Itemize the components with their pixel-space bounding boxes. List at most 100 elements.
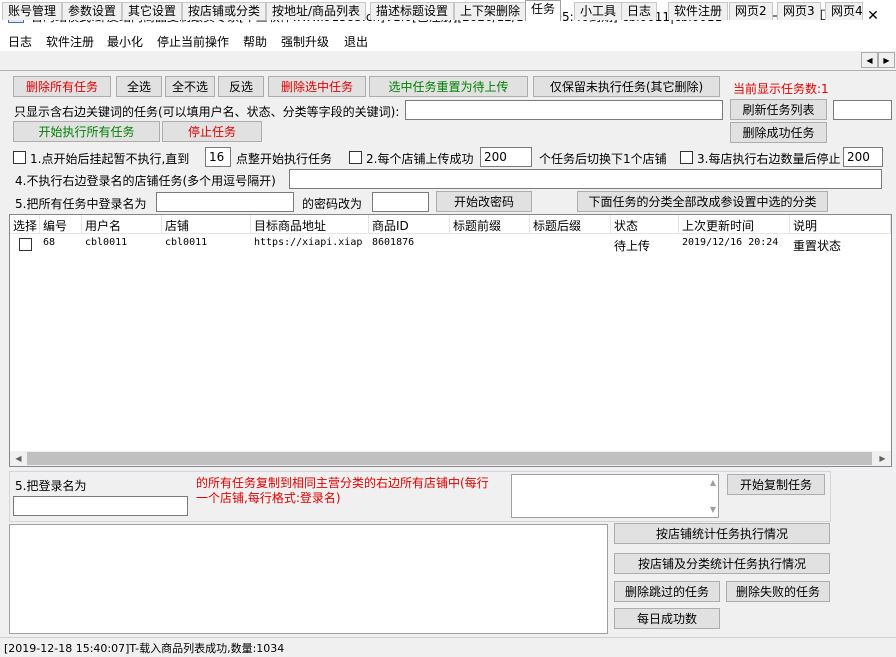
menu-stop[interactable]: 停止当前操作: [157, 33, 229, 50]
log-textarea[interactable]: [9, 524, 608, 634]
tab-scroll-right-icon[interactable]: ▶: [878, 52, 895, 68]
tab-scroll-left-icon[interactable]: ◀: [861, 52, 878, 68]
delete-selected-button[interactable]: 删除选中任务: [268, 76, 366, 97]
tab-account[interactable]: 账号管理: [2, 2, 63, 20]
tab-register[interactable]: 软件注册: [668, 2, 729, 20]
col-header-status[interactable]: 状态: [611, 215, 679, 234]
keep-unexecuted-button[interactable]: 仅保留未执行任务(其它删除): [533, 76, 720, 97]
opt1-hour-input[interactable]: 16: [205, 147, 231, 167]
opt1-checkbox[interactable]: [13, 151, 26, 164]
menu-register[interactable]: 软件注册: [46, 33, 94, 50]
row-store[interactable]: cbl0011: [162, 236, 251, 252]
invert-selection-button[interactable]: 反选: [218, 76, 264, 97]
scroll-right-icon[interactable]: ▶: [874, 451, 891, 466]
opt2-checkbox[interactable]: [349, 151, 362, 164]
row-title-prefix: [450, 236, 530, 252]
col-header-product-id[interactable]: 商品ID: [369, 215, 450, 234]
row-updated: 2019/12/16 20:24: [682, 237, 779, 248]
scroll-thumb[interactable]: [27, 452, 872, 465]
opt3-label: 3.每店执行右边数量后停止: [697, 152, 841, 166]
scroll-down-icon[interactable]: ▼: [710, 505, 716, 514]
tab-web4[interactable]: 网页4: [825, 2, 863, 20]
task-count-label: 当前显示任务数:1: [733, 82, 829, 96]
col-header-title-prefix[interactable]: 标题前缀: [450, 215, 530, 234]
row-select-checkbox[interactable]: [19, 238, 32, 251]
row-title-suffix: [530, 236, 611, 252]
opt3-count-input[interactable]: 200: [843, 147, 883, 167]
delete-all-tasks-button[interactable]: 删除所有任务: [13, 76, 111, 97]
tab-by-store[interactable]: 按店铺或分类: [182, 2, 267, 20]
copy-login-input[interactable]: [13, 496, 188, 516]
delete-success-tasks-button[interactable]: 删除成功任务: [730, 122, 827, 143]
stop-tasks-button[interactable]: 停止任务: [162, 121, 262, 142]
opt2-label: 2.每个店铺上传成功: [366, 152, 474, 166]
tab-tools[interactable]: 小工具: [574, 2, 623, 20]
exclude-logins-input[interactable]: [289, 169, 882, 189]
stats-by-store-button[interactable]: 按店铺统计任务执行情况: [614, 523, 830, 544]
scroll-left-icon[interactable]: ◀: [10, 451, 27, 466]
change-password-button[interactable]: 开始改密码: [436, 191, 532, 212]
login-name-input[interactable]: [156, 192, 294, 212]
tab-tasks[interactable]: 任务: [525, 0, 562, 21]
menu-exit[interactable]: 退出: [344, 33, 368, 50]
row-note: 重置状态: [793, 239, 842, 252]
col-header-target-url[interactable]: 目标商品地址: [251, 215, 369, 234]
menu-log[interactable]: 日志: [8, 33, 32, 50]
horizontal-scrollbar[interactable]: ◀ ▶: [10, 451, 891, 466]
copy-description: 的所有任务复制到相同主营分类的右边所有店铺中(每行一个店铺,每行格式:登录名): [196, 476, 489, 505]
tab-web3[interactable]: 网页3: [777, 2, 821, 20]
tab-log[interactable]: 日志: [621, 2, 658, 20]
opt1-suffix-label: 点整开始执行任务: [236, 152, 333, 166]
change-category-button[interactable]: 下面任务的分类全部改成参设置中选的分类: [577, 191, 828, 212]
status-text: [2019-12-18 15:40:07]T-载入商品列表成功,数量:1034: [4, 642, 285, 655]
col-header-id[interactable]: 编号: [40, 215, 82, 234]
tab-by-url[interactable]: 按地址/商品列表: [266, 2, 367, 20]
tab-bar: [0, 51, 896, 71]
menu-bar: 日志 软件注册 最小化 停止当前操作 帮助 强制升级 退出: [0, 31, 896, 51]
reset-selected-button[interactable]: 选中任务重置为待上传: [369, 76, 528, 97]
tab-listing[interactable]: 上下架删除: [454, 2, 527, 20]
col-header-username[interactable]: 用户名: [82, 215, 162, 234]
daily-success-button[interactable]: 每日成功数: [614, 608, 720, 629]
col-header-select[interactable]: 选择: [10, 215, 40, 234]
opt3-checkbox[interactable]: [680, 151, 693, 164]
row-status: 待上传: [614, 239, 651, 252]
delete-skipped-button[interactable]: 删除跳过的任务: [614, 581, 720, 602]
filter-extra-input[interactable]: [833, 100, 892, 120]
row-target-url: https://xiapi.xiap: [254, 237, 363, 248]
target-stores-textarea[interactable]: ▲ ▼: [511, 474, 719, 518]
menu-help[interactable]: 帮助: [243, 33, 267, 50]
col-header-store[interactable]: 店铺: [162, 215, 251, 234]
scroll-up-icon[interactable]: ▲: [710, 478, 716, 487]
start-copy-button[interactable]: 开始复制任务: [727, 474, 825, 495]
opt2-count-input[interactable]: 200: [480, 147, 532, 167]
row-id: 68: [43, 237, 56, 248]
menu-minimize[interactable]: 最小化: [107, 33, 143, 50]
col-header-title-suffix[interactable]: 标题后缀: [530, 215, 611, 234]
task-grid[interactable]: 选择 编号 用户名 店铺 目标商品地址 商品ID 标题前缀 标题后缀 状态 上次…: [9, 214, 892, 467]
select-all-button[interactable]: 全选: [116, 76, 162, 97]
menu-upgrade[interactable]: 强制升级: [281, 33, 329, 50]
col-header-updated[interactable]: 上次更新时间: [679, 215, 790, 234]
filter-label: 只显示含右边关键词的任务(可以填用户名、状态、分类等字段的关键词):: [14, 105, 400, 119]
tab-title-settings[interactable]: 描述标题设置: [370, 2, 455, 20]
refresh-task-list-button[interactable]: 刷新任务列表: [730, 99, 827, 120]
opt1-label: 1.点开始后挂起暂不执行,直到: [30, 152, 190, 166]
tab-other-settings[interactable]: 其它设置: [122, 2, 183, 20]
start-all-tasks-button[interactable]: 开始执行所有任务: [13, 121, 160, 142]
tab-web2[interactable]: 网页2: [729, 2, 773, 20]
opt2-suffix-label: 个任务后切换下1个店铺: [539, 152, 667, 166]
select-none-button[interactable]: 全不选: [165, 76, 215, 97]
row-username: cbl0011: [85, 237, 128, 248]
new-password-input[interactable]: [372, 192, 429, 212]
stats-by-store-category-button[interactable]: 按店铺及分类统计任务执行情况: [614, 553, 830, 574]
opt4-label: 4.不执行右边登录名的店铺任务(多个用逗号隔开): [15, 174, 276, 188]
filter-keyword-input[interactable]: [405, 100, 723, 120]
delete-failed-button[interactable]: 删除失败的任务: [726, 581, 830, 602]
tab-params[interactable]: 参数设置: [62, 2, 123, 20]
row-product-id: 8601876: [372, 237, 415, 248]
status-bar: [2019-12-18 15:40:07]T-载入商品列表成功,数量:1034: [0, 637, 896, 657]
opt5-password-label: 的密码改为: [302, 197, 363, 211]
col-header-note[interactable]: 说明: [790, 215, 891, 234]
copy-login-label: 5.把登录名为: [15, 479, 87, 493]
